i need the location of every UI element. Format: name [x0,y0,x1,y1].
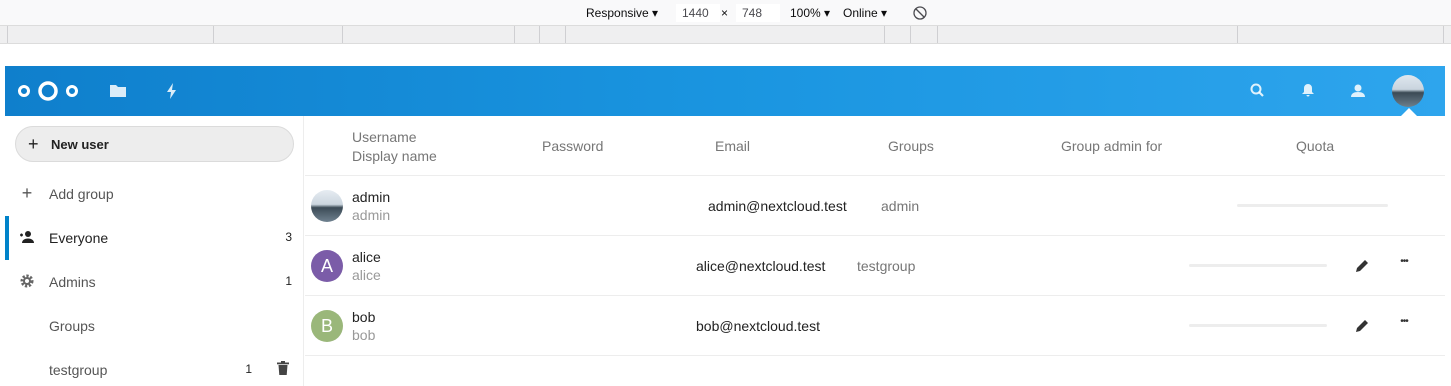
sidebar-item-count: 3 [285,230,292,244]
pencil-icon[interactable] [1354,318,1370,334]
chevron-down-icon: ▾ [824,6,831,20]
table-row[interactable]: B bob bob bob@nextcloud.test ••• [305,296,1445,356]
user-avatar[interactable] [1392,75,1424,107]
add-group-label: Add group [49,186,114,202]
gear-icon [20,274,34,288]
width-input[interactable]: 1440 [676,4,720,22]
notifications-icon[interactable] [1298,81,1318,101]
viewport-margin [0,44,1451,66]
network-throttle-selector[interactable]: Online ▾ [843,6,887,20]
trash-icon[interactable] [277,361,289,375]
responsive-viewport: + New user + Add group Everyone 3 Admins… [5,66,1445,386]
column-display-name: Display name [352,148,437,164]
sidebar-item-testgroup[interactable]: testgroup 1 [5,348,304,386]
username-cell: admin [352,189,391,205]
quota-bar [1189,264,1327,267]
ruler-tick [514,26,515,43]
sidebar-item-label: Everyone [49,230,109,246]
username-cell: bob [352,309,376,325]
new-user-label: New user [51,137,109,152]
menu-caret [1401,108,1417,116]
sidebar-item-label: testgroup [49,362,108,378]
dimension-separator: × [721,6,729,20]
column-password: Password [542,138,604,154]
column-group-admin: Group admin for [1061,138,1163,154]
plus-icon: + [28,134,39,154]
rotate-icon[interactable] [912,5,928,21]
ruler-tick [910,26,911,43]
avatar: B [311,310,343,342]
ruler-tick [213,26,214,43]
device-selector[interactable]: Responsive ▾ [586,6,658,20]
column-groups: Groups [888,138,934,154]
ruler-tick [884,26,885,43]
new-user-button[interactable]: + New user [15,126,294,162]
avatar: A [311,250,343,282]
pencil-icon[interactable] [1354,258,1370,274]
groups-cell: testgroup [857,258,916,274]
quota-bar [1237,204,1388,207]
sidebar-item-count: 1 [285,274,292,288]
table-row[interactable]: admin admin admin@nextcloud.test admin [305,176,1445,236]
chevron-down-icon: ▾ [652,6,659,20]
sidebar-caption-label: Groups [49,318,95,334]
media-query-ruler [0,26,1451,44]
display-name-cell: bob [352,327,376,343]
column-email: Email [715,138,751,154]
column-quota: Quota [1296,138,1335,154]
display-name-cell: alice [352,267,381,283]
contacts-icon[interactable] [1348,81,1368,101]
chevron-down-icon: ▾ [881,6,888,20]
column-username: Username [352,129,417,145]
zoom-label: 100% [790,6,821,20]
nextcloud-logo[interactable] [17,79,79,103]
ruler-tick [1237,26,1238,43]
groups-cell: admin [881,198,920,214]
sidebar-item-count: 1 [245,362,252,376]
email-cell: alice@nextcloud.test [696,258,826,274]
height-input[interactable]: 748 [736,4,780,22]
user-icon [20,231,34,243]
ruler-tick [539,26,540,43]
table-row[interactable]: A alice alice alice@nextcloud.test testg… [305,236,1445,296]
app-header [5,66,1445,116]
plus-icon: + [21,183,33,203]
ruler-tick [937,26,938,43]
sidebar-item-everyone[interactable]: Everyone 3 [5,216,304,260]
user-table-header: Username Display name Password Email Gro… [305,116,1445,176]
username-cell: alice [352,249,381,265]
network-label: Online [843,6,878,20]
app-navigation: + New user + Add group Everyone 3 Admins… [5,116,304,386]
activity-icon[interactable] [162,81,182,101]
ruler-tick [342,26,343,43]
email-cell: bob@nextcloud.test [696,318,820,334]
add-group-button[interactable]: + Add group [5,172,304,216]
files-icon[interactable] [108,81,128,101]
ruler-tick [1443,26,1444,43]
email-cell: admin@nextcloud.test [708,198,847,214]
zoom-selector[interactable]: 100% ▾ [790,6,830,20]
device-label: Responsive [586,6,649,20]
ruler-tick [565,26,566,43]
responsive-toolbar: Responsive ▾ 1440 × 748 100% ▾ Online ▾ [0,0,1451,26]
more-icon[interactable]: ••• [1393,256,1415,272]
avatar [311,190,343,222]
sidebar-item-admins[interactable]: Admins 1 [5,260,304,304]
ruler-tick [7,26,8,43]
sidebar-caption-groups: Groups [5,304,304,348]
display-name-cell: admin [352,207,391,223]
quota-bar [1189,324,1327,327]
sidebar-item-label: Admins [49,274,96,290]
search-icon[interactable] [1248,81,1268,101]
more-icon[interactable]: ••• [1393,316,1415,332]
